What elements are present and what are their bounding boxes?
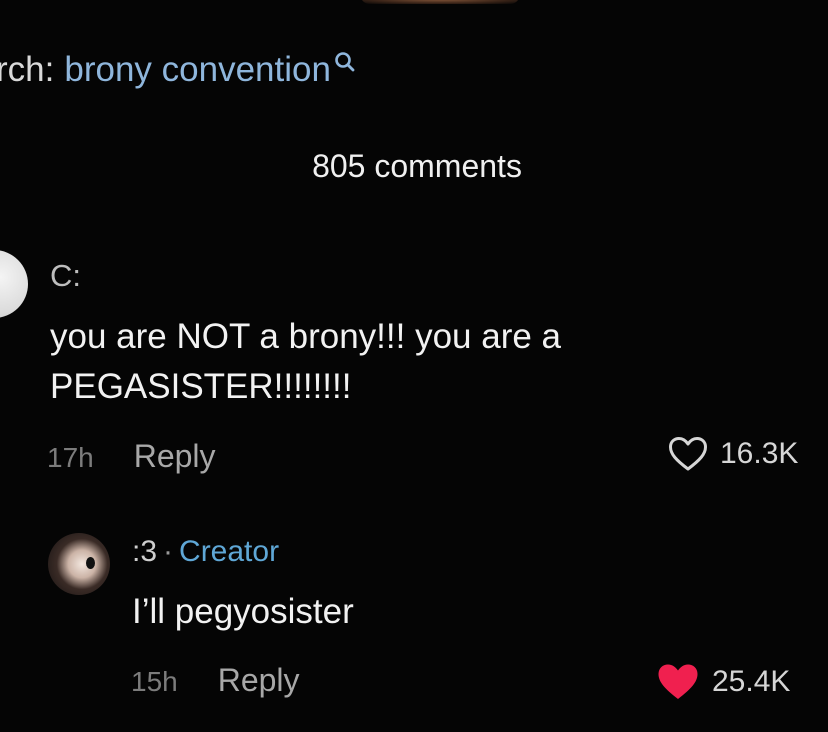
avatar-detail bbox=[86, 557, 95, 569]
comment-text: I’ll pegyosister bbox=[132, 592, 354, 631]
comment-username[interactable]: :3 bbox=[132, 535, 157, 568]
comment-time: 17h bbox=[47, 442, 94, 473]
heart-filled-icon bbox=[656, 662, 700, 702]
comments-count: 805 comments bbox=[312, 148, 522, 184]
comment-meta: 17h Reply bbox=[47, 438, 216, 475]
heart-outline-icon bbox=[668, 436, 708, 472]
like-button[interactable]: 16.3K bbox=[668, 436, 798, 472]
comment-header: :3 · Creator bbox=[132, 535, 279, 569]
like-count: 25.4K bbox=[712, 665, 791, 698]
creator-badge: Creator bbox=[179, 535, 280, 568]
separator-dot: · bbox=[163, 535, 174, 568]
comment-text: you are NOT a brony!!! you are a PEGASIS… bbox=[50, 317, 562, 406]
reply-button[interactable]: Reply bbox=[218, 662, 300, 699]
like-count: 16.3K bbox=[720, 437, 799, 470]
avatar[interactable] bbox=[48, 533, 110, 595]
search-prefix: rch: bbox=[0, 50, 55, 89]
comment-meta: 15h Reply bbox=[131, 662, 300, 699]
avatar[interactable] bbox=[0, 250, 28, 318]
search-query-link[interactable]: brony convention bbox=[64, 50, 331, 90]
comment-username[interactable]: C: bbox=[50, 258, 81, 294]
reply-button[interactable]: Reply bbox=[134, 438, 216, 475]
comment-time: 15h bbox=[131, 666, 178, 697]
video-edge bbox=[360, 0, 520, 4]
like-button[interactable]: 25.4K bbox=[656, 662, 790, 702]
search-suggestion[interactable]: rch: brony convention bbox=[0, 44, 355, 96]
search-icon bbox=[333, 50, 355, 76]
